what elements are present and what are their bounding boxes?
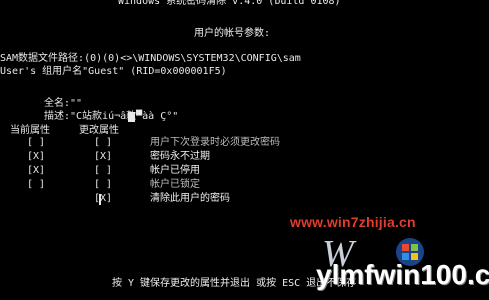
change-checkbox[interactable]: [ ] xyxy=(94,165,112,177)
user-line: User's 组用户名"Guest" (RID=0x000001F5) xyxy=(0,66,227,77)
attribute-row-must-change-password[interactable]: [ ] [ ] 用户下次登录时必须更改密码 xyxy=(0,136,489,150)
attribute-row-account-locked[interactable]: [ ] [ ] 帐户已锁定 xyxy=(0,178,489,192)
change-checkbox[interactable]: [X] xyxy=(94,151,112,163)
watermark-site: ylmfwin100.com xyxy=(316,259,489,290)
attribute-list: [ ] [ ] 用户下次登录时必须更改密码 [X] [X] 密码永不过期 [X]… xyxy=(0,136,489,206)
watermark-url: www.win7zhijia.cn xyxy=(290,214,416,230)
attribute-row-password-never-expires[interactable]: [X] [X] 密码永不过期 xyxy=(0,150,489,164)
attribute-label: 帐户已锁定 xyxy=(150,179,200,190)
section-title: 用户的帐号参数: xyxy=(194,28,271,39)
change-checkbox[interactable]: [ ] xyxy=(94,137,112,149)
current-checkbox: [ ] xyxy=(27,137,46,148)
fullname-field[interactable]: 全名:"" xyxy=(44,98,82,110)
sam-path-line: SAM数据文件路径:(0)(0)<>\WINDOWS\SYSTEM32\CONF… xyxy=(0,53,301,64)
change-checkbox[interactable]: [X] xyxy=(94,193,112,205)
text-cursor xyxy=(128,112,135,122)
attribute-label: 清除此用户的密码 xyxy=(150,193,230,204)
attribute-row-clear-password[interactable]: [X] 清除此用户的密码 xyxy=(0,192,489,206)
current-checkbox: [X] xyxy=(27,151,46,162)
current-checkbox: [X] xyxy=(27,165,46,176)
current-checkbox: [ ] xyxy=(27,179,46,190)
console-screen: Windows 系统密码清除 v.4.0 (build 0108) 用户的帐号参… xyxy=(0,0,489,300)
selection-cursor xyxy=(99,194,101,205)
attribute-label: 密码永不过期 xyxy=(150,151,210,162)
app-title: Windows 系统密码清除 v.4.0 (build 0108) xyxy=(118,0,341,7)
attribute-row-account-disabled[interactable]: [X] [ ] 帐户已停用 xyxy=(0,164,489,178)
description-field[interactable]: 描述:"C站款iú¬â款▀àà Ç°" xyxy=(44,111,178,123)
attribute-label: 帐户已停用 xyxy=(150,165,200,176)
attribute-label: 用户下次登录时必须更改密码 xyxy=(150,137,280,148)
change-checkbox[interactable]: [ ] xyxy=(94,179,112,191)
